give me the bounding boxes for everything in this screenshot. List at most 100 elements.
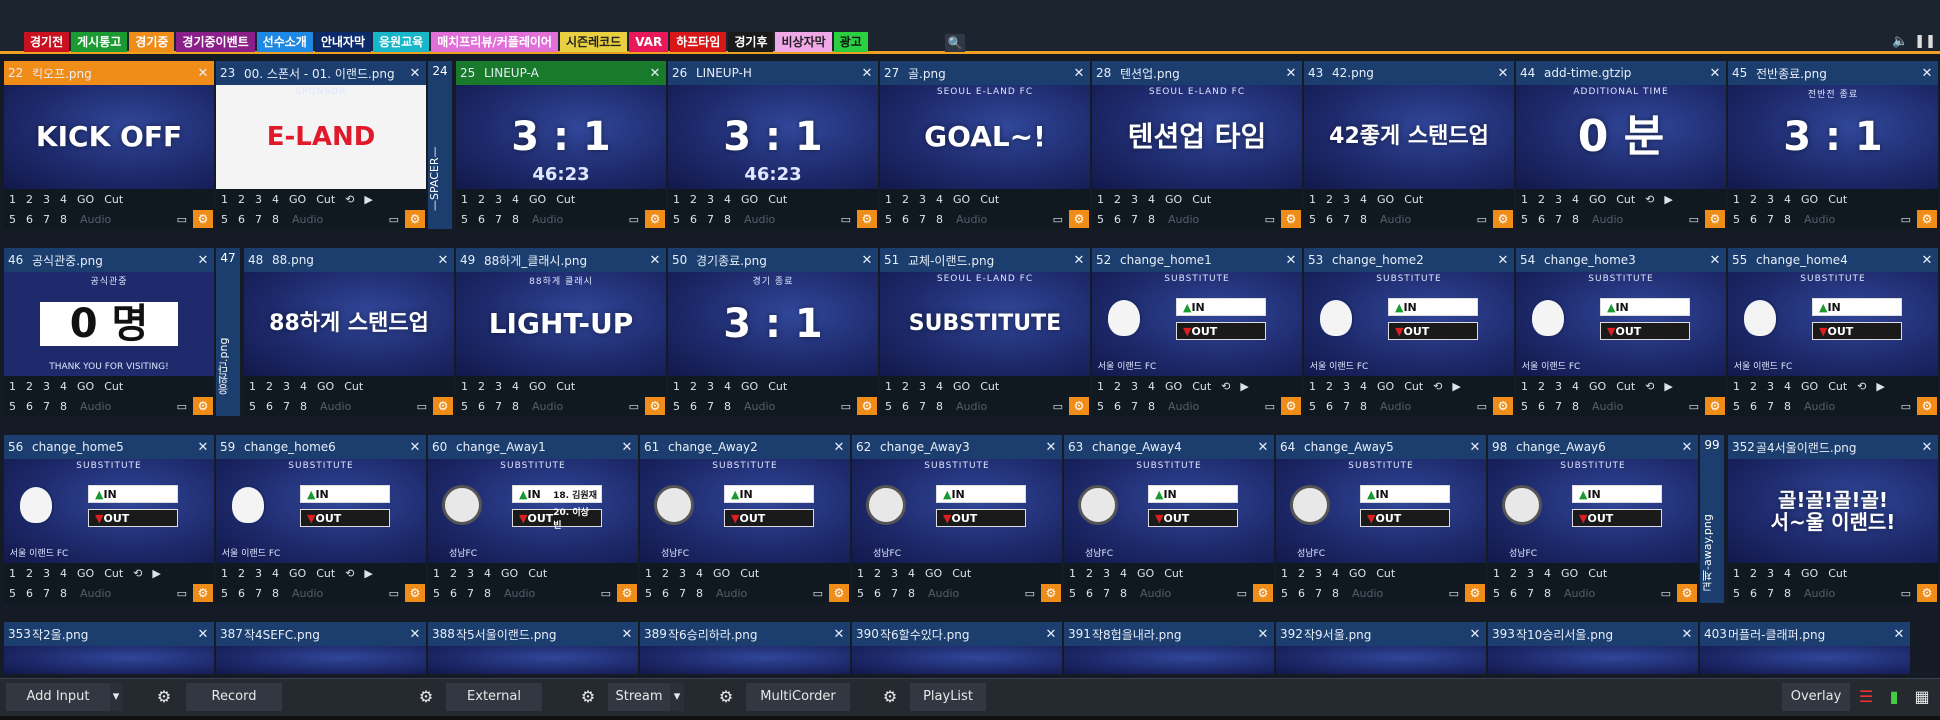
- category-tab[interactable]: 응원교육: [373, 32, 430, 52]
- overlay-n1-button[interactable]: 1: [216, 193, 233, 206]
- close-icon[interactable]: ✕: [1676, 440, 1698, 455]
- overlay-button[interactable]: Overlay: [1782, 683, 1850, 711]
- go-button[interactable]: GO: [1372, 193, 1399, 206]
- overlay-n6-button[interactable]: 6: [897, 213, 914, 226]
- input-tile[interactable]: 28 텐션업.png ✕ SEOUL E-LAND FC 텐션업 타임 1 2 3 4 GO Cut…: [1092, 61, 1302, 229]
- overlay-n3-button[interactable]: 3: [1762, 193, 1779, 206]
- cut-button[interactable]: Cut: [311, 567, 340, 580]
- audio-button[interactable]: Audio: [1372, 400, 1419, 413]
- category-tab[interactable]: 광고: [833, 32, 868, 52]
- go-button[interactable]: GO: [72, 380, 99, 393]
- cut-button[interactable]: Cut: [975, 193, 1004, 206]
- overlay-n8-button[interactable]: 8: [931, 400, 948, 413]
- close-icon[interactable]: ✕: [432, 253, 454, 268]
- overlay-n2-button[interactable]: 2: [473, 380, 490, 393]
- overlay-n5-button[interactable]: 5: [4, 587, 21, 600]
- overlay-n8-button[interactable]: 8: [719, 400, 736, 413]
- input-settings-gear-icon[interactable]: ⚙: [617, 584, 637, 602]
- overlay-n6-button[interactable]: 6: [685, 213, 702, 226]
- input-settings-gear-icon[interactable]: ⚙: [1917, 584, 1937, 602]
- tile-preview[interactable]: SUBSTITUTE 서울 이랜드 FC ▲ IN ▼ OUT: [216, 459, 426, 563]
- tile-preview[interactable]: SUBSTITUTE 서울 이랜드 FC ▲ IN ▼ OUT: [4, 459, 214, 563]
- audio-button[interactable]: Audio: [1344, 587, 1391, 600]
- cut-button[interactable]: Cut: [1371, 567, 1400, 580]
- search-icon[interactable]: 🔍: [945, 34, 965, 52]
- tile-preview[interactable]: [1700, 646, 1910, 674]
- overlay-n4-button[interactable]: 4: [1115, 567, 1132, 580]
- record-button[interactable]: Record: [186, 683, 282, 711]
- overlay-n8-button[interactable]: 8: [719, 213, 736, 226]
- go-button[interactable]: GO: [948, 380, 975, 393]
- overlay-n5-button[interactable]: 5: [4, 213, 21, 226]
- bar-chart-icon[interactable]: ▮: [1880, 683, 1908, 711]
- tile-preview[interactable]: [1488, 646, 1698, 674]
- tile-preview[interactable]: [216, 646, 426, 674]
- close-icon[interactable]: ✕: [404, 627, 426, 642]
- overlay-n5-button[interactable]: 5: [640, 587, 657, 600]
- loop-icon[interactable]: ⟲: [128, 567, 147, 580]
- cut-button[interactable]: Cut: [763, 380, 792, 393]
- close-icon[interactable]: ✕: [1252, 440, 1274, 455]
- go-button[interactable]: GO: [1584, 193, 1611, 206]
- overlay-n8-button[interactable]: 8: [1327, 587, 1344, 600]
- overlay-n5-button[interactable]: 5: [1516, 213, 1533, 226]
- overlay-n5-button[interactable]: 5: [456, 213, 473, 226]
- tile-preview[interactable]: 88하게 클래시 LIGHT-UP: [456, 272, 666, 376]
- overlay-n5-button[interactable]: 5: [1728, 587, 1745, 600]
- overlay-n2-button[interactable]: 2: [897, 380, 914, 393]
- audio-button[interactable]: Audio: [524, 213, 571, 226]
- close-icon[interactable]: ✕: [1464, 440, 1486, 455]
- audio-button[interactable]: Audio: [1796, 213, 1843, 226]
- cut-button[interactable]: Cut: [1399, 193, 1428, 206]
- overlay-n4-button[interactable]: 4: [55, 567, 72, 580]
- close-icon[interactable]: ✕: [192, 253, 214, 268]
- overlay-n1-button[interactable]: 1: [668, 380, 685, 393]
- overlay-n4-button[interactable]: 4: [931, 380, 948, 393]
- monitor-icon[interactable]: ▭: [1895, 587, 1917, 600]
- input-tile[interactable]: 64 change_Away5 ✕ SUBSTITUTE 성남FC ▲ IN ▼ OUT 1 2…: [1276, 435, 1486, 603]
- overlay-n7-button[interactable]: 7: [702, 213, 719, 226]
- overlay-n7-button[interactable]: 7: [1550, 213, 1567, 226]
- overlay-n7-button[interactable]: 7: [250, 587, 267, 600]
- monitor-icon[interactable]: ▭: [383, 587, 405, 600]
- overlay-n7-button[interactable]: 7: [1762, 587, 1779, 600]
- close-icon[interactable]: ✕: [1888, 627, 1910, 642]
- tile-header[interactable]: 44 add-time.gtzip ✕: [1516, 61, 1726, 85]
- category-tab[interactable]: 하프타임: [670, 32, 727, 52]
- overlay-n7-button[interactable]: 7: [38, 587, 55, 600]
- go-button[interactable]: GO: [1796, 567, 1823, 580]
- overlay-n3-button[interactable]: 3: [914, 193, 931, 206]
- input-tile[interactable]: 389 작6승리하라.png ✕: [640, 622, 850, 674]
- close-icon[interactable]: ✕: [828, 440, 850, 455]
- tile-header[interactable]: 388 작5서울이랜드.png ✕: [428, 622, 638, 646]
- overlay-n4-button[interactable]: 4: [1567, 193, 1584, 206]
- input-tile[interactable]: 62 change_Away3 ✕ SUBSTITUTE 성남FC ▲ IN ▼ OUT 1 2…: [852, 435, 1062, 603]
- input-tile[interactable]: 48 88.png ✕ 88하게 스탠드업 1 2 3 4 GO Cut 5 6 7 8 Audio ▭ ⚙: [244, 248, 454, 416]
- overlay-n7-button[interactable]: 7: [462, 587, 479, 600]
- overlay-n1-button[interactable]: 1: [428, 567, 445, 580]
- loop-icon[interactable]: ⟲: [1428, 380, 1447, 393]
- overlay-n1-button[interactable]: 1: [1728, 567, 1745, 580]
- overlay-n6-button[interactable]: 6: [1081, 587, 1098, 600]
- overlay-n3-button[interactable]: 3: [702, 380, 719, 393]
- overlay-n8-button[interactable]: 8: [931, 213, 948, 226]
- loop-icon[interactable]: ⟲: [340, 193, 359, 206]
- input-tile[interactable]: 387 작4SEFC.png ✕: [216, 622, 426, 674]
- cut-button[interactable]: Cut: [311, 193, 340, 206]
- close-icon[interactable]: ✕: [616, 627, 638, 642]
- overlay-n2-button[interactable]: 2: [473, 193, 490, 206]
- input-tile[interactable]: 25 LINEUP-A ✕ 3 : 1 46:23 1 2 3 4 GO Cut 5 6 7 8 Audio ▭…: [456, 61, 666, 229]
- tile-preview[interactable]: 골!골!골!골! 서~울 이랜드!: [1728, 459, 1938, 563]
- overlay-n3-button[interactable]: 3: [278, 380, 295, 393]
- tile-header[interactable]: 45 전반종료.png ✕: [1728, 61, 1938, 85]
- playlist-settings-gear-icon[interactable]: ⚙: [872, 683, 908, 711]
- overlay-n2-button[interactable]: 2: [233, 567, 250, 580]
- tile-header[interactable]: 56 change_home5 ✕: [4, 435, 214, 459]
- overlay-n1-button[interactable]: 1: [852, 567, 869, 580]
- input-tile[interactable]: 403 머플러-클래퍼.png ✕: [1700, 622, 1910, 674]
- input-settings-gear-icon[interactable]: ⚙: [433, 397, 453, 415]
- close-icon[interactable]: ✕: [192, 627, 214, 642]
- tile-header[interactable]: 28 텐션업.png ✕: [1092, 61, 1302, 85]
- tile-header[interactable]: 48 88.png ✕: [244, 248, 454, 272]
- overlay-n1-button[interactable]: 1: [1092, 193, 1109, 206]
